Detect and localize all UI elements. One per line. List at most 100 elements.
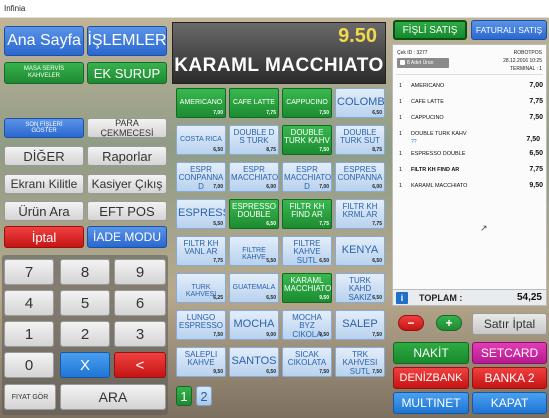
product-name: DOUBLE D S TURK	[233, 128, 275, 146]
masa-servis-kahveler-button[interactable]: MASA SERVİS KAHVELER	[4, 62, 84, 84]
product-tile[interactable]: LUNGO ESPRESSO 7,50	[176, 310, 226, 340]
page-1-button[interactable]: 1	[176, 386, 192, 406]
fisli-satis-button[interactable]: FİŞLİ SATIŞ	[393, 20, 467, 40]
product-tile[interactable]: DOUBLE TURK KAHV 7,50	[282, 125, 332, 155]
product-tile[interactable]: CAFE LATTE 7,75	[229, 88, 279, 118]
setcard-button[interactable]: SETCARD	[472, 342, 547, 364]
numpad-key-5[interactable]: 5	[60, 290, 110, 316]
numpad-key-9[interactable]: 9	[114, 259, 166, 285]
nakit-button[interactable]: NAKİT	[393, 342, 469, 364]
receipt-shop-name: ROBOTPOS	[513, 50, 542, 56]
numpad-key-7[interactable]: 7	[4, 259, 54, 285]
product-tile[interactable]: FILTR KH FIND AR 7,75	[282, 199, 332, 229]
numpad-key-2[interactable]: 2	[60, 321, 110, 347]
product-tile[interactable]: TURK KAHVESI 6,25	[176, 273, 226, 303]
product-name: DOUBLE TURK KAHV	[284, 128, 330, 146]
numpad-key-0[interactable]: 0	[4, 352, 54, 378]
product-tile[interactable]: TURK KAHD SAKIZ 6,50	[335, 273, 385, 303]
product-tile[interactable]: DOUBLE TURK SUT 8,75	[335, 125, 385, 155]
receipt-line[interactable]: 1 DOUBLE TURK KAHV??	[399, 131, 543, 145]
product-tile[interactable]: KENYA 6,50	[335, 236, 385, 266]
ana-sayfa-button[interactable]: Ana Sayfa	[4, 26, 84, 56]
receipt-line[interactable]: 1 AMERICANO 7,00	[399, 82, 543, 93]
numpad-key-8[interactable]: 8	[60, 259, 110, 285]
receipt-line[interactable]: 1 CAPPUCINO 7,50	[399, 114, 543, 125]
product-tile[interactable]: CAPPUCINO 7,50	[282, 88, 332, 118]
product-tile[interactable]: GUATEMALA 6,50	[229, 273, 279, 303]
product-tile[interactable]: ESPR MACCHIATO 6,00	[229, 162, 279, 192]
fiyat-gor-button[interactable]: FIYAT GÖR	[4, 384, 56, 410]
product-tile[interactable]: SALEP 7,50	[335, 310, 385, 340]
iade-modu-button[interactable]: İADE MODU	[87, 226, 167, 248]
product-tile[interactable]: SANTOS 6,50	[229, 347, 279, 377]
banka-2-button[interactable]: BANKA 2	[472, 367, 547, 389]
product-tile[interactable]: DOUBLE D S TURK 8,75	[229, 125, 279, 155]
product-name: MOCHA	[233, 318, 275, 330]
product-price: 8,75	[372, 147, 382, 153]
numpad-key-1[interactable]: 1	[4, 321, 54, 347]
receipt-line[interactable]: 1 KARAML MACCHIATO 9,50	[399, 182, 543, 193]
product-tile[interactable]: KARAML MACCHIATO 9,50	[282, 273, 332, 303]
product-tile[interactable]: FILTRE KAHVE SUTL 6,50	[282, 236, 332, 266]
iptal-button[interactable]: İptal	[4, 226, 84, 248]
numpad-key-3[interactable]: 3	[114, 321, 166, 347]
receipt-line[interactable]: 1 ESPRESSO DOUBLE 6,50	[399, 150, 543, 161]
product-price: 5,50	[266, 258, 276, 264]
page-2-button[interactable]: 2	[196, 386, 212, 406]
product-tile[interactable]: TRK KAHVESI SUTL 7,50	[335, 347, 385, 377]
ek-surup-button[interactable]: EK SURUP	[87, 62, 167, 84]
product-tile[interactable]: ESPR CONPANNA D 7,00	[176, 162, 226, 192]
product-tile[interactable]: SALEPLI KAHVE 9,50	[176, 347, 226, 377]
product-tile[interactable]: COSTA RICA 6,50	[176, 125, 226, 155]
product-tile[interactable]: ESPRESSO DOUBLE 6,50	[229, 199, 279, 229]
product-tile[interactable]: AMERICANO 7,00	[176, 88, 226, 118]
product-tile[interactable]: MOCHA BYZ CIKOLA 9,50	[282, 310, 332, 340]
product-tile[interactable]: FILTRE KAHVE 5,50	[229, 236, 279, 266]
product-tile[interactable]: FILTR KH KRML AR 7,75	[335, 199, 385, 229]
numpad-backspace-button[interactable]: <	[114, 352, 166, 378]
product-tile[interactable]: MOCHA 9,00	[229, 310, 279, 340]
diger-button[interactable]: DİĞER	[4, 146, 84, 166]
window-title: Infinia	[0, 0, 549, 18]
product-name: SALEPLI KAHVE	[184, 350, 218, 368]
product-price: 7,50	[372, 369, 382, 375]
para-cekmecesi-button[interactable]: PARA ÇEKMECESİ	[87, 118, 167, 138]
receipt-line[interactable]: 1 FILTR KH FIND AR 7,75	[399, 166, 543, 177]
product-tile[interactable]: FILTR KH VANL AR 7,75	[176, 236, 226, 266]
satir-iptal-button[interactable]: Satır İptal	[472, 313, 547, 335]
multinet-button[interactable]: MULTINET	[393, 392, 469, 414]
receipt-line-price: 7,50	[529, 114, 543, 121]
product-tile[interactable]: SICAK CIKOLATA 7,50	[282, 347, 332, 377]
product-tile[interactable]: ESPRESSO 5,50	[176, 199, 226, 229]
add-line-button[interactable]: +	[436, 315, 462, 331]
remove-line-button[interactable]: −	[398, 315, 424, 331]
product-price: 6,50	[266, 369, 276, 375]
receipt-divider	[396, 74, 543, 75]
total-bar: i TOPLAM : 54,25	[392, 289, 547, 306]
product-tile[interactable]: ESPR MACCHIATO D 7,00	[282, 162, 332, 192]
product-name: LUNGO ESPRESSO	[178, 313, 223, 331]
numpad-key-6[interactable]: 6	[114, 290, 166, 316]
eft-pos-button[interactable]: EFT POS	[87, 201, 167, 221]
product-tile[interactable]: ESPRES CONPANNA 6,00	[335, 162, 385, 192]
product-name: KARAML MACCHIATO	[284, 276, 332, 294]
product-name: SICAK CIKOLATA	[287, 350, 327, 368]
receipt-line[interactable]: 1 CAFE LATTE 7,75	[399, 98, 543, 109]
faturali-satis-button[interactable]: FATURALI SATIŞ	[471, 20, 547, 40]
ara-button[interactable]: ARA	[60, 384, 166, 410]
kasiyer-cikis-button[interactable]: Kasiyer Çıkış	[87, 174, 167, 194]
raporlar-button[interactable]: Raporlar	[87, 146, 167, 166]
receipt-extra-price: 7,50	[526, 136, 540, 143]
numpad-key-4[interactable]: 4	[4, 290, 54, 316]
product-price: 7,75	[319, 221, 329, 227]
ekrani-kilitle-button[interactable]: Ekranı Kilitle	[4, 174, 84, 194]
son-fisleri-goster-button[interactable]: SON FİŞLERİ GÖSTER	[4, 118, 84, 138]
product-tile[interactable]: COLOMBIA 6,50	[335, 88, 385, 118]
denizbank-button[interactable]: DENİZBANK	[393, 367, 469, 389]
urun-ara-button[interactable]: Ürün Ara	[4, 201, 84, 221]
numpad-clear-button[interactable]: X	[60, 352, 110, 378]
receipt-line-name: KARAML MACCHIATO	[411, 183, 468, 189]
islemler-button[interactable]: İŞLEMLER	[87, 26, 167, 56]
product-price: 5,50	[213, 221, 223, 227]
kapat-button[interactable]: KAPAT	[472, 392, 547, 414]
